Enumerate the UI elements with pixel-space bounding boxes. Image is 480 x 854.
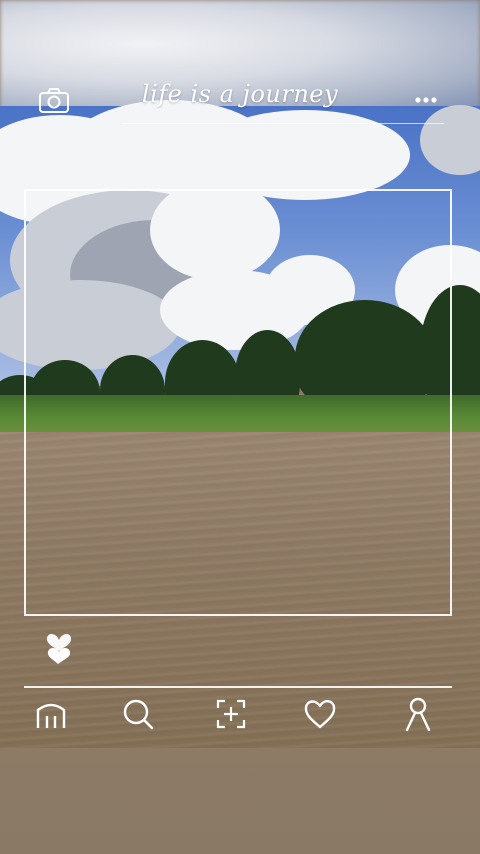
nav-favorites[interactable] [300,694,340,734]
title-underline [122,123,444,124]
nav-add-post[interactable] [211,694,251,734]
home-icon [36,703,66,728]
camera-button[interactable] [38,88,70,114]
page-title: life is a journey [141,80,339,108]
like-badge[interactable] [42,626,76,666]
top-bar: life is a journey [0,80,480,126]
more-dots-icon [415,97,437,103]
nav-home[interactable] [31,694,71,734]
more-button[interactable] [414,92,442,108]
nav-divider [24,686,452,688]
heart-badge-icon [46,634,72,664]
nav-profile[interactable] [398,694,438,734]
add-post-icon [216,699,246,729]
search-icon [123,699,154,730]
nav-search[interactable] [118,694,158,734]
camera-icon [39,88,69,113]
blurred-bottom [0,748,480,854]
bottom-nav [0,694,480,738]
photo-frame [24,189,452,616]
heart-icon [304,700,336,729]
profile-icon [405,697,431,732]
